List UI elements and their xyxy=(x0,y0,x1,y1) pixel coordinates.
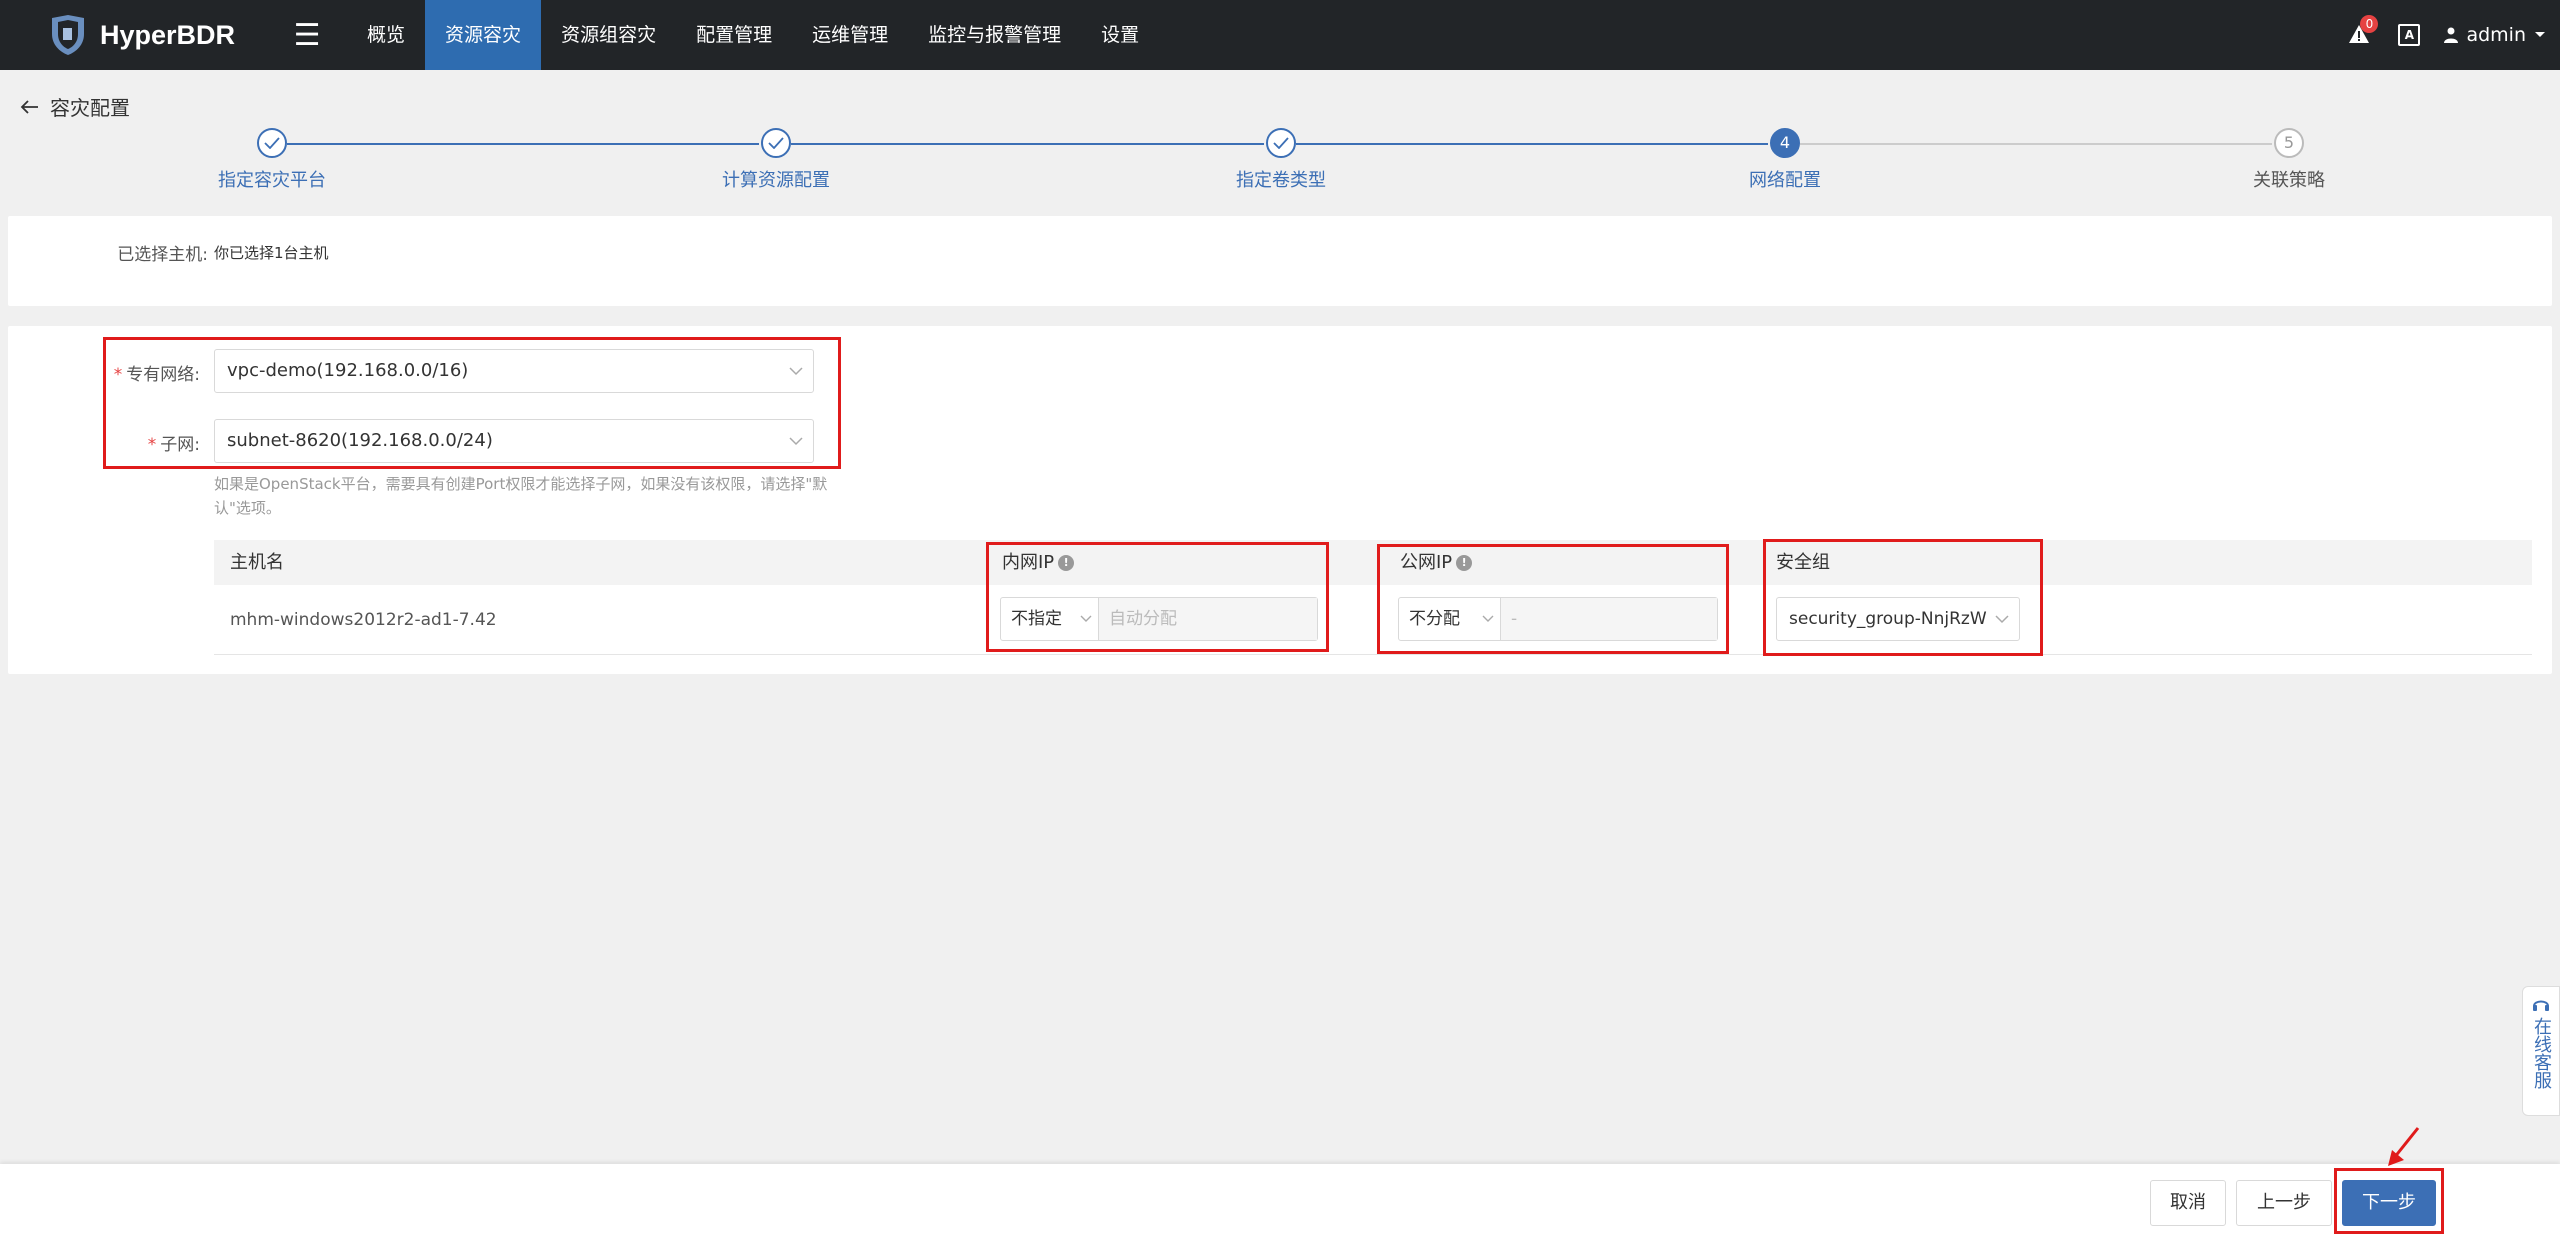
step-number: 5 xyxy=(2274,128,2304,158)
public-ip-control: 不分配 - xyxy=(1398,597,1718,641)
nav-item-monitoring[interactable]: 监控与报警管理 xyxy=(908,0,1081,70)
info-icon[interactable]: ! xyxy=(1058,555,1075,571)
selected-hosts-label: 已选择主机: xyxy=(117,245,208,265)
public-ip-mode-select[interactable]: 不分配 xyxy=(1399,598,1501,640)
col-public-ip: 公网IP! xyxy=(1400,540,1473,585)
col-private-ip: 内网IP! xyxy=(1002,540,1075,585)
step-connector xyxy=(1296,143,1768,145)
step-label: 关联策略 xyxy=(2253,170,2325,191)
headset-icon xyxy=(2533,1000,2549,1011)
nav-item-config[interactable]: 配置管理 xyxy=(676,0,792,70)
subnet-select[interactable]: subnet-8620(192.168.0.0/24) xyxy=(214,419,814,463)
step-done-check-icon xyxy=(257,128,287,158)
wizard-steps: 指定容灾平台 计算资源配置 指定卷类型 4 网络配置 5 关联策略 xyxy=(0,128,2560,198)
private-ip-control: 不指定 自动分配 xyxy=(1000,597,1318,641)
step-label: 网络配置 xyxy=(1749,170,1821,191)
vpc-value: vpc-demo(192.168.0.0/16) xyxy=(227,360,469,381)
caret-down-icon xyxy=(2535,32,2545,37)
top-navbar: HyperBDR ☰ 概览 资源容灾 资源组容灾 配置管理 运维管理 监控与报警… xyxy=(0,0,2560,70)
step-connector xyxy=(287,143,759,145)
security-group-select[interactable]: security_group-NnjRzW xyxy=(1776,597,2020,641)
public-ip-mode-value: 不分配 xyxy=(1409,609,1460,629)
app-name: HyperBDR xyxy=(100,19,236,50)
chevron-down-icon xyxy=(789,350,803,376)
table-row: mhm-windows2012r2-ad1-7.42 不指定 自动分配 不分配 … xyxy=(214,585,2532,655)
vpc-select[interactable]: vpc-demo(192.168.0.0/16) xyxy=(214,349,814,393)
breadcrumb: 容灾配置 xyxy=(20,92,130,121)
public-ip-input[interactable]: - xyxy=(1501,598,1717,640)
chevron-down-icon xyxy=(1482,598,1494,624)
page-title: 容灾配置 xyxy=(50,96,130,120)
step-label: 指定容灾平台 xyxy=(218,170,326,191)
step-number: 4 xyxy=(1770,128,1800,158)
pointer-arrow-icon xyxy=(2388,1127,2420,1166)
col-security-group: 安全组 xyxy=(1776,552,1830,573)
private-ip-input[interactable]: 自动分配 xyxy=(1099,598,1317,640)
alert-count-badge: 0 xyxy=(2360,15,2379,33)
private-ip-mode-select[interactable]: 不指定 xyxy=(1001,598,1099,640)
table-header: 主机名 内网IP! 公网IP! 安全组 xyxy=(214,540,2532,585)
col-host: 主机名 xyxy=(230,552,284,573)
nav-item-overview[interactable]: 概览 xyxy=(347,0,425,70)
user-name: admin xyxy=(2466,24,2526,46)
step-label: 指定卷类型 xyxy=(1236,170,1326,191)
selected-hosts-panel: 已选择主机: 你已选择1台主机 xyxy=(8,216,2552,306)
chevron-down-icon xyxy=(1080,598,1092,624)
step-done-check-icon xyxy=(761,128,791,158)
user-menu[interactable]: admin xyxy=(2444,24,2546,46)
nav-item-group-dr[interactable]: 资源组容灾 xyxy=(541,0,676,70)
info-icon[interactable]: ! xyxy=(1456,555,1473,571)
main-nav: 概览 资源容灾 资源组容灾 配置管理 运维管理 监控与报警管理 设置 xyxy=(347,0,1159,70)
subnet-hint: 如果是OpenStack平台，需要具有创建Port权限才能选择子网，如果没有该权… xyxy=(214,475,828,517)
footer-bar: 取消 上一步 下一步 xyxy=(0,1164,2560,1240)
subnet-label: * 子网: xyxy=(147,435,200,455)
back-arrow-icon[interactable] xyxy=(20,99,40,115)
cancel-button[interactable]: 取消 xyxy=(2150,1180,2226,1226)
service-label: 在线客服 xyxy=(2531,1017,2552,1089)
step-done-check-icon xyxy=(1266,128,1296,158)
logo-shield-icon xyxy=(48,14,88,56)
step-label: 计算资源配置 xyxy=(722,170,830,191)
chevron-down-icon xyxy=(1991,598,2009,624)
alert-button[interactable]: 0 xyxy=(2348,15,2379,47)
nav-item-ops[interactable]: 运维管理 xyxy=(792,0,908,70)
online-service-tab[interactable]: 在线客服 xyxy=(2522,986,2560,1116)
vpc-label: * 专有网络: xyxy=(113,365,200,385)
host-network-table: 主机名 内网IP! 公网IP! 安全组 mhm-windows2012r2-ad… xyxy=(214,540,2532,655)
security-group-value: security_group-NnjRzW xyxy=(1789,609,1987,629)
top-right-tools: 0 A admin xyxy=(2348,0,2546,70)
nav-item-resource-dr[interactable]: 资源容灾 xyxy=(425,0,542,70)
menu-toggle-icon[interactable]: ☰ xyxy=(287,18,327,53)
next-step-button[interactable]: 下一步 xyxy=(2342,1180,2436,1226)
prev-step-button[interactable]: 上一步 xyxy=(2236,1180,2332,1226)
nav-item-settings[interactable]: 设置 xyxy=(1081,0,1159,70)
language-icon[interactable]: A xyxy=(2398,24,2421,46)
host-name: mhm-windows2012r2-ad1-7.42 xyxy=(230,610,497,630)
selected-hosts-value: 你已选择1台主机 xyxy=(214,244,329,262)
user-icon xyxy=(2444,27,2459,43)
chevron-down-icon xyxy=(789,420,803,446)
subnet-value: subnet-8620(192.168.0.0/24) xyxy=(227,430,493,451)
private-ip-mode-value: 不指定 xyxy=(1011,609,1062,629)
step-connector xyxy=(1800,143,2272,145)
app-logo[interactable]: HyperBDR xyxy=(48,0,235,70)
step-connector xyxy=(791,143,1264,145)
